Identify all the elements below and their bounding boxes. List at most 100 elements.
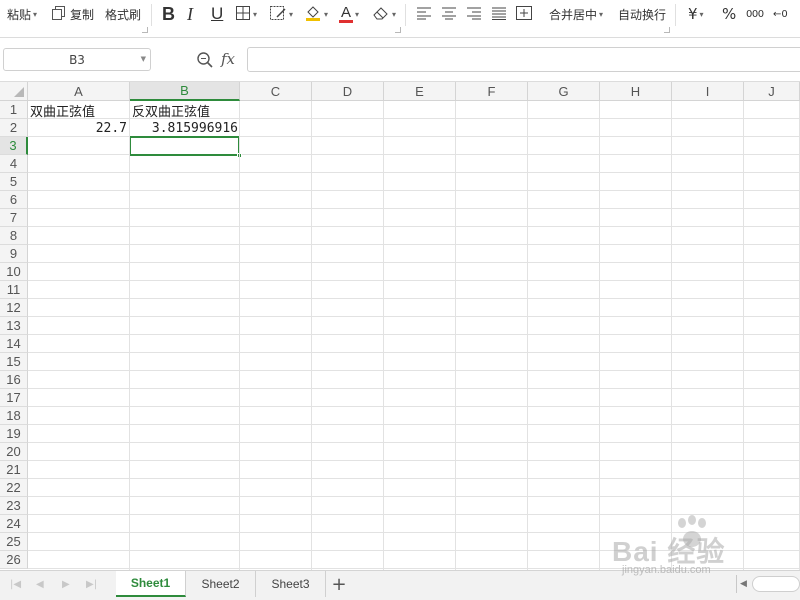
- row-header-25[interactable]: 25: [0, 533, 28, 551]
- row-header-5[interactable]: 5: [0, 173, 28, 191]
- clear-button[interactable]: ▾: [372, 0, 396, 28]
- bold-button[interactable]: B: [162, 0, 175, 28]
- cell-b1[interactable]: 反双曲正弦值: [132, 101, 210, 120]
- column-header-f[interactable]: F: [456, 82, 528, 101]
- column-header-e[interactable]: E: [384, 82, 456, 101]
- toolbar-divider: [405, 4, 406, 26]
- percent-label: %: [722, 5, 737, 23]
- paste-button[interactable]: 粘贴 ▾: [7, 0, 37, 28]
- font-group-launcher-icon[interactable]: [395, 27, 401, 33]
- distribute-icon: [515, 5, 533, 24]
- thousands-separator-button[interactable]: 000: [746, 0, 764, 28]
- alignment-group-launcher-icon[interactable]: [664, 27, 670, 33]
- scroll-left-icon[interactable]: ◀: [740, 579, 747, 589]
- percent-button[interactable]: %: [722, 0, 736, 28]
- distribute-button[interactable]: [515, 0, 533, 28]
- row-header-24[interactable]: 24: [0, 515, 28, 533]
- column-gridline: [455, 101, 456, 570]
- row-header-14[interactable]: 14: [0, 335, 28, 353]
- cell-b2[interactable]: 3.815996916: [130, 119, 238, 137]
- row-header-13[interactable]: 13: [0, 317, 28, 335]
- row-header-2[interactable]: 2: [0, 119, 28, 137]
- prev-sheet-icon[interactable]: ◀: [36, 579, 44, 590]
- cell-a1[interactable]: 双曲正弦值: [30, 101, 95, 120]
- column-header-i[interactable]: I: [672, 82, 744, 101]
- column-header-b[interactable]: B: [130, 82, 240, 101]
- borders-icon: [235, 5, 251, 24]
- column-header-g[interactable]: G: [528, 82, 600, 101]
- toolbar-divider: [675, 4, 676, 26]
- row-header-22[interactable]: 22: [0, 479, 28, 497]
- cell-format-button[interactable]: ▾: [269, 0, 293, 28]
- justify-button[interactable]: [491, 0, 507, 28]
- row-header-20[interactable]: 20: [0, 443, 28, 461]
- justify-icon: [491, 6, 507, 23]
- row-header-11[interactable]: 11: [0, 281, 28, 299]
- row-header-1[interactable]: 1: [0, 101, 28, 119]
- merge-center-button[interactable]: 合并居中 ▾: [549, 0, 603, 28]
- last-sheet-icon[interactable]: ▶|: [86, 579, 97, 590]
- italic-button[interactable]: I: [187, 0, 193, 28]
- row-header-19[interactable]: 19: [0, 425, 28, 443]
- formula-input[interactable]: [247, 47, 800, 72]
- row-header-9[interactable]: 9: [0, 245, 28, 263]
- clipboard-group-launcher-icon[interactable]: [142, 27, 148, 33]
- sheet-tab-3[interactable]: Sheet3: [256, 571, 326, 597]
- row-header-6[interactable]: 6: [0, 191, 28, 209]
- column-header-d[interactable]: D: [312, 82, 384, 101]
- font-color-button[interactable]: A ▾: [339, 0, 359, 28]
- zoom-icon[interactable]: [196, 51, 214, 73]
- align-right-icon: [466, 6, 482, 23]
- format-painter-button[interactable]: 格式刷: [105, 0, 141, 28]
- row-header-26[interactable]: 26: [0, 551, 28, 569]
- selected-cell-b3[interactable]: [129, 136, 240, 156]
- first-sheet-icon[interactable]: |◀: [10, 579, 21, 590]
- increase-decimal-button[interactable]: ←0: [773, 0, 788, 28]
- add-sheet-button[interactable]: +: [330, 574, 348, 595]
- row-header-10[interactable]: 10: [0, 263, 28, 281]
- copy-label: 复制: [70, 7, 95, 22]
- align-left-button[interactable]: [416, 0, 432, 28]
- underline-button[interactable]: U: [211, 0, 223, 28]
- chevron-down-icon: ▾: [253, 9, 258, 19]
- insert-function-button[interactable]: fx: [221, 50, 235, 68]
- row-header-7[interactable]: 7: [0, 209, 28, 227]
- column-header-c[interactable]: C: [240, 82, 312, 101]
- row-header-16[interactable]: 16: [0, 371, 28, 389]
- row-header-17[interactable]: 17: [0, 389, 28, 407]
- column-header-j[interactable]: J: [744, 82, 800, 101]
- row-header-23[interactable]: 23: [0, 497, 28, 515]
- cell-a2[interactable]: 22.7: [28, 119, 127, 137]
- borders-button[interactable]: ▾: [235, 0, 257, 28]
- column-gridline: [311, 101, 312, 570]
- format-painter-label: 格式刷: [105, 7, 142, 22]
- toolbar-divider: [151, 4, 152, 26]
- column-header-a[interactable]: A: [28, 82, 130, 101]
- formula-bar: B3 ▼ fx: [0, 38, 800, 82]
- currency-button[interactable]: ¥ ▾: [688, 0, 704, 28]
- chevron-down-icon: ▾: [355, 9, 360, 19]
- fill-color-button[interactable]: ▾: [304, 0, 328, 28]
- row-header-8[interactable]: 8: [0, 227, 28, 245]
- row-header-21[interactable]: 21: [0, 461, 28, 479]
- align-right-button[interactable]: [466, 0, 482, 28]
- select-all-corner[interactable]: [0, 82, 28, 101]
- cell-grid[interactable]: 双曲正弦值 反双曲正弦值 22.7 3.815996916: [28, 101, 800, 570]
- row-header-18[interactable]: 18: [0, 407, 28, 425]
- wrap-text-button[interactable]: 自动换行: [618, 0, 666, 28]
- row-header-3[interactable]: 3: [0, 137, 28, 155]
- align-center-button[interactable]: [441, 0, 457, 28]
- row-header-12[interactable]: 12: [0, 299, 28, 317]
- sheet-tab-1[interactable]: Sheet1: [116, 571, 186, 597]
- name-box[interactable]: B3 ▼: [3, 48, 151, 71]
- column-header-h[interactable]: H: [600, 82, 672, 101]
- sheet-tab-2[interactable]: Sheet2: [186, 571, 256, 597]
- next-sheet-icon[interactable]: ▶: [62, 579, 70, 590]
- horizontal-scrollbar[interactable]: [752, 576, 800, 592]
- tab-scroll-divider[interactable]: [736, 575, 737, 593]
- row-header-4[interactable]: 4: [0, 155, 28, 173]
- align-center-icon: [441, 6, 457, 23]
- chevron-down-icon[interactable]: ▼: [141, 55, 146, 63]
- copy-button[interactable]: 复制: [51, 0, 94, 28]
- row-header-15[interactable]: 15: [0, 353, 28, 371]
